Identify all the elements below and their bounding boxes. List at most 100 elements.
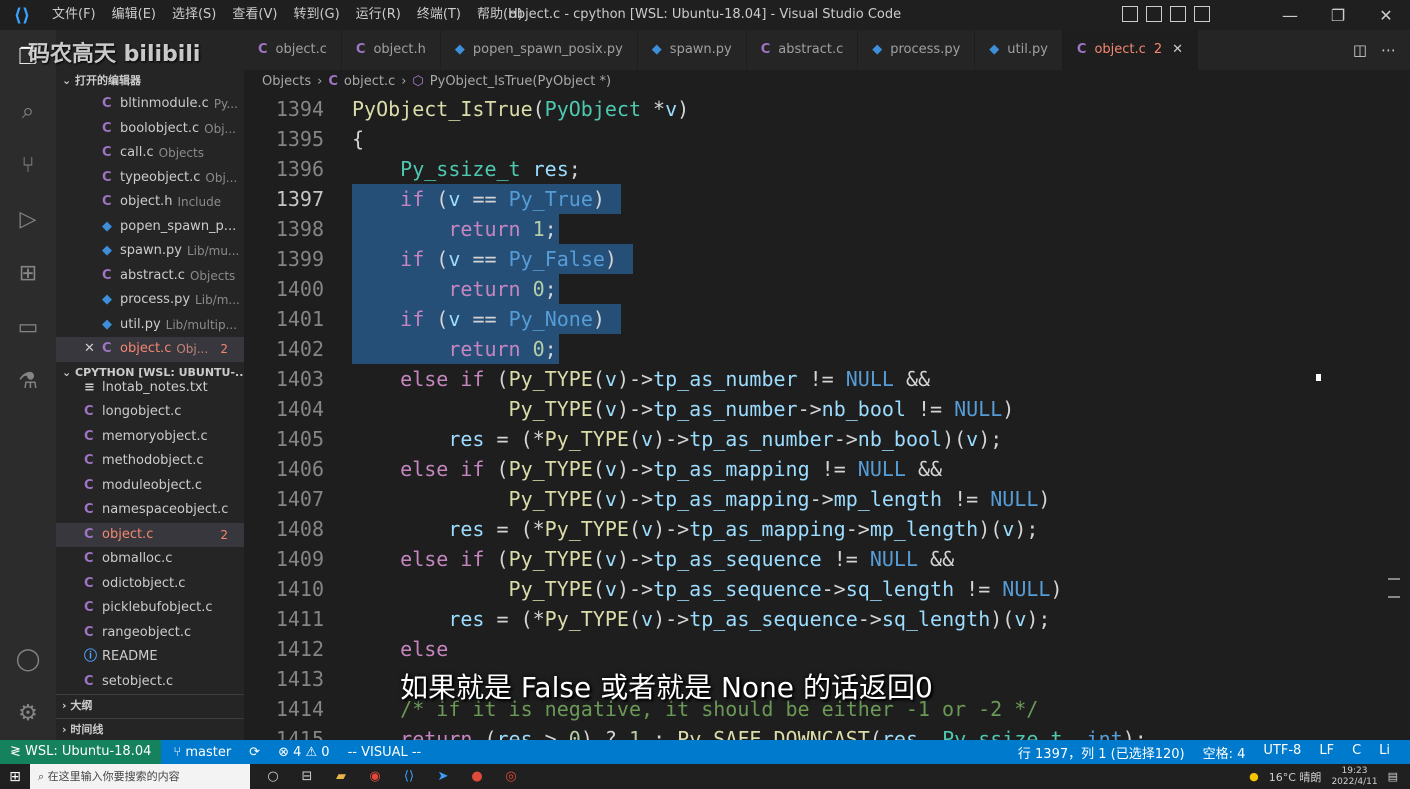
open-editor-item[interactable]: Ccall.c Objects bbox=[56, 141, 244, 166]
file-name: longobject.c bbox=[102, 404, 182, 419]
editor-tab[interactable]: Cabstract.c bbox=[747, 30, 859, 70]
taskbar-search-input[interactable]: ⌕ 在这里输入你要搜索的内容 bbox=[30, 764, 250, 789]
code-content[interactable]: PyObject_IsTrue(PyObject *v) { Py_ssize_… bbox=[352, 94, 1147, 740]
file-tree-item[interactable]: Cpicklebufobject.c bbox=[56, 596, 244, 621]
open-editor-item[interactable]: ◆ util.py Lib/multip... bbox=[56, 313, 244, 338]
extensions-icon[interactable]: ⊞ bbox=[0, 246, 56, 300]
restore-icon[interactable]: ❐ bbox=[1314, 0, 1362, 30]
timeline-section[interactable]: › 时间线 bbox=[56, 718, 244, 740]
settings-gear-icon[interactable]: ⚙ bbox=[0, 686, 56, 740]
close-tab-icon[interactable]: ✕ bbox=[1172, 30, 1183, 70]
toggle-secondary-sidebar-icon[interactable] bbox=[1170, 6, 1186, 22]
toggle-panel-icon[interactable] bbox=[1146, 6, 1162, 22]
open-editor-name: popen_spawn_p... bbox=[120, 218, 237, 234]
outline-section[interactable]: › 大纲 bbox=[56, 694, 244, 716]
open-editors-section[interactable]: ⌄ 打开的编辑器 bbox=[56, 70, 244, 92]
split-editor-icon[interactable]: ◫ bbox=[1353, 41, 1367, 59]
task-view-icon[interactable]: ○ bbox=[264, 769, 282, 784]
editor-tab[interactable]: ◆ util.py bbox=[975, 30, 1063, 70]
clock-time: 19:23 bbox=[1341, 765, 1368, 776]
open-editor-desc: Include bbox=[177, 195, 222, 209]
file-tree-item[interactable]: Csetobject.c bbox=[56, 670, 244, 695]
status-extra[interactable]: Li bbox=[1379, 743, 1390, 762]
open-editor-item[interactable]: ◆ process.py Lib/m... bbox=[56, 288, 244, 313]
more-actions-icon[interactable]: ⋯ bbox=[1381, 41, 1396, 59]
file-tree-item[interactable]: Cnamespaceobject.c bbox=[56, 498, 244, 523]
open-editor-item[interactable]: Cobject.h Include bbox=[56, 190, 244, 215]
search-icon[interactable]: ⌕ bbox=[0, 84, 56, 138]
open-editor-item-object-c[interactable]: ✕ C object.c Obj... 2 bbox=[56, 337, 244, 362]
remote-explorer-icon[interactable]: ▭ bbox=[0, 300, 56, 354]
testing-icon[interactable]: ⚗ bbox=[0, 354, 56, 408]
open-editor-item[interactable]: Cabstract.c Objects bbox=[56, 264, 244, 289]
open-editor-item[interactable]: Ctypeobject.c Obj... bbox=[56, 166, 244, 191]
editor-tab[interactable]: ◆ process.py bbox=[858, 30, 976, 70]
menu-go[interactable]: 转到(G) bbox=[285, 0, 347, 30]
source-control-icon[interactable]: ⑂ bbox=[0, 138, 56, 192]
open-editor-item[interactable]: Cboolobject.c Obj... bbox=[56, 117, 244, 142]
sync-icon[interactable]: ⟳ bbox=[249, 745, 260, 760]
chrome-icon[interactable]: ◉ bbox=[366, 769, 384, 784]
breadcrumb-folder[interactable]: Objects bbox=[262, 70, 311, 94]
tab-object-c-active[interactable]: C object.c 2 ✕ bbox=[1062, 30, 1198, 70]
encoding[interactable]: UTF-8 bbox=[1263, 743, 1301, 762]
file-tree-item[interactable]: Codictobject.c bbox=[56, 572, 244, 597]
widgets-icon[interactable]: ⊟ bbox=[298, 769, 316, 784]
run-debug-icon[interactable]: ▷ bbox=[0, 192, 56, 246]
file-tree-item[interactable]: Clongobject.c bbox=[56, 400, 244, 425]
telegram-icon[interactable]: ➤ bbox=[434, 769, 452, 784]
line-ending[interactable]: LF bbox=[1319, 743, 1334, 762]
branch-label: master bbox=[185, 744, 232, 760]
minimize-icon[interactable]: — bbox=[1266, 0, 1314, 30]
editor-tab[interactable]: ◆ spawn.py bbox=[638, 30, 747, 70]
menu-edit[interactable]: 编辑(E) bbox=[104, 0, 164, 30]
open-editor-item[interactable]: Cbltinmodule.c Py... bbox=[56, 92, 244, 117]
menu-help[interactable]: 帮助(H) bbox=[469, 0, 531, 30]
scrollbar-thumb[interactable] bbox=[1388, 578, 1400, 598]
tab-problem-badge: 2 bbox=[1153, 42, 1163, 57]
menu-view[interactable]: 查看(V) bbox=[224, 0, 285, 30]
weather-text[interactable]: 16°C 晴朗 bbox=[1269, 769, 1322, 785]
file-tree-item[interactable]: Cmethodobject.c bbox=[56, 449, 244, 474]
editor-tab[interactable]: ◆ popen_spawn_posix.py bbox=[441, 30, 638, 70]
menu-selection[interactable]: 选择(S) bbox=[164, 0, 224, 30]
file-tree-item[interactable]: Cobmalloc.c bbox=[56, 547, 244, 572]
open-editor-item[interactable]: ◆ popen_spawn_p... bbox=[56, 215, 244, 240]
toggle-sidebar-icon[interactable] bbox=[1122, 6, 1138, 22]
cursor-position[interactable]: 行 1397，列 1 (已选择120) bbox=[1018, 743, 1185, 762]
title-bar: ⟨⟩ 文件(F) 编辑(E) 选择(S) 查看(V) 转到(G) 运行(R) 终… bbox=[0, 0, 1410, 30]
indentation[interactable]: 空格: 4 bbox=[1203, 743, 1246, 762]
app-icon[interactable]: ● bbox=[468, 769, 486, 784]
language-mode[interactable]: C bbox=[1352, 743, 1361, 762]
breadcrumb-symbol[interactable]: PyObject_IsTrue(PyObject *) bbox=[430, 70, 611, 94]
editor-tab[interactable]: Cobject.h bbox=[342, 30, 441, 70]
file-tree-item[interactable]: ⓘ README bbox=[56, 645, 244, 670]
python-file-icon: ◆ bbox=[651, 42, 662, 57]
recorder-icon[interactable]: ◎ bbox=[502, 769, 520, 784]
file-tree-item[interactable]: Crangeobject.c bbox=[56, 621, 244, 646]
breadcrumb-file[interactable]: object.c bbox=[344, 70, 395, 94]
file-tree-item[interactable]: Cobject.c 2 bbox=[56, 522, 244, 547]
menu-file[interactable]: 文件(F) bbox=[44, 0, 104, 30]
notifications-icon[interactable]: ▤ bbox=[1388, 770, 1398, 783]
tab-list: Cobject.c Cobject.h ◆ popen_spawn_posix.py ◆… bbox=[244, 30, 1063, 70]
open-editor-item[interactable]: ◆ spawn.py Lib/mu... bbox=[56, 239, 244, 264]
accounts-icon[interactable]: ◯ bbox=[0, 632, 56, 686]
vscode-taskbar-icon[interactable]: ⟨⟩ bbox=[400, 769, 418, 784]
vscode-logo-icon[interactable]: ⟨⟩ bbox=[0, 0, 44, 30]
close-window-icon[interactable]: ✕ bbox=[1362, 0, 1410, 30]
file-tree-item[interactable]: Cmemoryobject.c bbox=[56, 425, 244, 450]
windows-start-icon[interactable]: ⊞ bbox=[0, 769, 30, 785]
file-tree-item[interactable]: Cmoduleobject.c bbox=[56, 474, 244, 499]
menu-run[interactable]: 运行(R) bbox=[348, 0, 409, 30]
branch-indicator[interactable]: ⑂ master bbox=[173, 745, 231, 760]
close-editor-icon[interactable]: ✕ bbox=[84, 337, 102, 362]
remote-indicator[interactable]: ≷ WSL: Ubuntu-18.04 bbox=[0, 740, 162, 764]
problems-indicator[interactable]: ⊗ 4 ⚠ 0 bbox=[278, 745, 330, 760]
clock[interactable]: 19:23 2022/4/11 bbox=[1331, 766, 1377, 788]
file-explorer-icon[interactable]: ▰ bbox=[332, 769, 350, 784]
code-editor[interactable]: 1394 1395 1396 1397 1398 1399 1400 1401 1402 1403… bbox=[244, 94, 1400, 740]
menu-terminal[interactable]: 终端(T) bbox=[409, 0, 469, 30]
editor-tab[interactable]: Cobject.c bbox=[244, 30, 342, 70]
customize-layout-icon[interactable] bbox=[1194, 6, 1210, 22]
